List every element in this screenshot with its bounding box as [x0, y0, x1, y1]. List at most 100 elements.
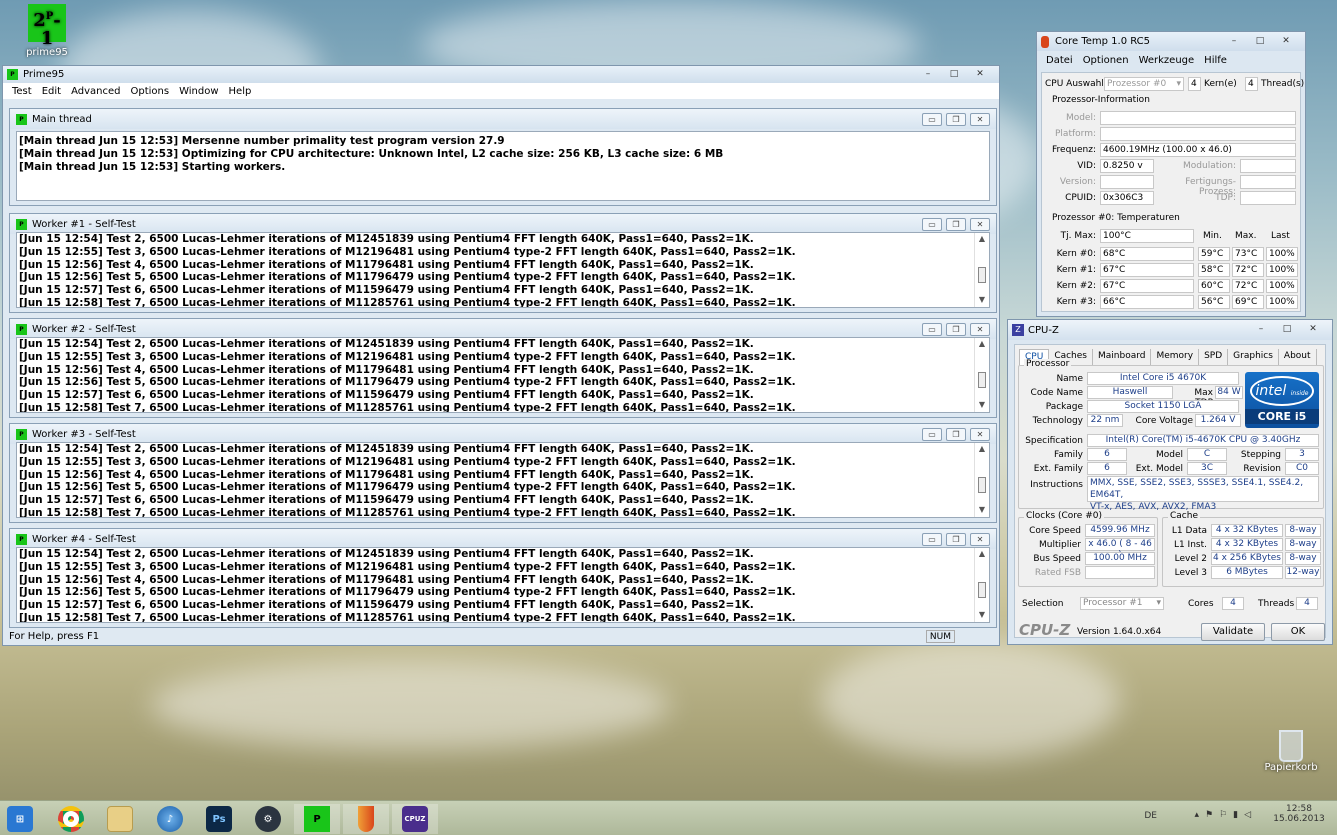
worker-window[interactable]: P Worker #3 - Self-Test ▭ ❐ ✕ [Jun 15 12:54] … [9, 423, 997, 523]
restore-button[interactable]: ❐ [946, 322, 966, 336]
scroll-thumb[interactable] [978, 477, 986, 493]
start-button[interactable]: ⊞ [0, 804, 40, 834]
close-button[interactable]: ✕ [970, 112, 990, 126]
mdi-title-bar[interactable]: P Main thread ▭ ❐ ✕ [10, 109, 996, 129]
ok-button[interactable]: OK [1271, 623, 1325, 641]
minimize-button[interactable]: ▭ [922, 427, 942, 441]
close-button[interactable]: ✕ [970, 217, 990, 231]
menu-advanced[interactable]: Advanced [66, 86, 125, 97]
menu-help[interactable]: Help [224, 86, 257, 97]
clock[interactable]: 12:58 15.06.2013 [1271, 804, 1327, 824]
minimize-button[interactable]: ▭ [922, 112, 942, 126]
menu-datei[interactable]: Datei [1041, 55, 1078, 66]
worker-window[interactable]: P Worker #2 - Self-Test ▭ ❐ ✕ [Jun 15 12:54] … [9, 318, 997, 418]
worker-window[interactable]: P Worker #1 - Self-Test ▭ ❐ ✕ [Jun 15 12:54] … [9, 213, 997, 313]
desktop-icon-prime95[interactable]: 2P-1 prime95 [22, 4, 72, 58]
maximize-button[interactable]: □ [1249, 36, 1271, 48]
menu-edit[interactable]: Edit [37, 86, 66, 97]
close-button[interactable]: ✕ [1302, 324, 1324, 336]
main-thread-window[interactable]: P Main thread ▭ ❐ ✕ [Main thread Jun 15 … [9, 108, 997, 206]
close-button[interactable]: ✕ [970, 532, 990, 546]
maximize-button[interactable]: □ [943, 69, 965, 81]
restore-button[interactable]: ❐ [946, 427, 966, 441]
scroll-thumb[interactable] [978, 582, 986, 598]
menu-hilfe[interactable]: Hilfe [1199, 55, 1232, 66]
minimize-button[interactable]: ▭ [922, 532, 942, 546]
menu-test[interactable]: Test [7, 86, 37, 97]
maximize-button[interactable]: □ [1276, 324, 1298, 336]
tjmax-label: Tj. Max: [1060, 231, 1096, 241]
close-button[interactable]: ✕ [969, 69, 991, 81]
scroll-thumb[interactable] [978, 267, 986, 283]
taskbar-prime95[interactable]: P [294, 804, 340, 834]
tab-about[interactable]: About [1279, 349, 1317, 365]
cpu-select-value: Prozessor #0 [1107, 79, 1167, 89]
language-indicator[interactable]: DE [1144, 811, 1157, 821]
core-min: 56°C [1198, 295, 1230, 309]
instructions-label: Instructions [1030, 480, 1083, 490]
logo-word: intel [1255, 383, 1287, 399]
cpu-select-dropdown[interactable]: Prozessor #0 ▾ [1104, 77, 1184, 91]
minimize-button[interactable]: ▭ [922, 322, 942, 336]
taskbar-coretemp[interactable] [343, 804, 389, 834]
log-output[interactable]: [Jun 15 12:54] Test 2, 6500 Lucas-Lehmer… [16, 547, 990, 623]
restore-button[interactable]: ❐ [946, 217, 966, 231]
selection-dropdown[interactable]: Processor #1 ▾ [1080, 597, 1164, 610]
tab-graphics[interactable]: Graphics [1228, 349, 1279, 365]
menu-options[interactable]: Options [125, 86, 174, 97]
log-output[interactable]: [Main thread Jun 15 12:53] Mersenne numb… [16, 131, 990, 201]
taskbar-steam[interactable]: ⚙ [245, 804, 291, 834]
desktop-icon-recycle-bin[interactable]: Papierkorb [1262, 730, 1320, 773]
tab-memory[interactable]: Memory [1151, 349, 1200, 365]
frequency-field: 4600.19MHz (100.00 x 46.0) [1100, 143, 1296, 157]
coretemp-panel: CPU Auswahl: Prozessor #0 ▾ 4 Kern(e) 4 T… [1041, 72, 1304, 312]
menu-window[interactable]: Window [174, 86, 223, 97]
close-button[interactable]: ✕ [970, 322, 990, 336]
minimize-button[interactable]: ▭ [922, 217, 942, 231]
minimize-button[interactable]: – [917, 69, 939, 81]
mdi-title-bar[interactable]: P Worker #2 - Self-Test ▭ ❐ ✕ [10, 319, 996, 339]
mdi-title-bar[interactable]: P Worker #1 - Self-Test ▭ ❐ ✕ [10, 214, 996, 234]
restore-button[interactable]: ❐ [946, 112, 966, 126]
family-value: 6 [1087, 448, 1127, 461]
title-bar[interactable]: Z CPU-Z – □ ✕ [1008, 320, 1332, 340]
mdi-title-bar[interactable]: P Worker #3 - Self-Test ▭ ❐ ✕ [10, 424, 996, 444]
minimize-button[interactable]: – [1250, 324, 1272, 336]
log-line: [Main thread Jun 15 12:53] Optimizing fo… [19, 147, 724, 160]
taskbar-itunes[interactable]: ♪ [147, 804, 193, 834]
photoshop-icon: Ps [206, 806, 232, 832]
close-button[interactable]: ✕ [1275, 36, 1297, 48]
log-output[interactable]: [Jun 15 12:54] Test 2, 6500 Lucas-Lehmer… [16, 442, 990, 518]
worker-window[interactable]: P Worker #4 - Self-Test ▭ ❐ ✕ [Jun 15 12:54] … [9, 528, 997, 628]
minimize-button[interactable]: – [1223, 36, 1245, 48]
validate-button[interactable]: Validate [1201, 623, 1265, 641]
title-bar[interactable]: Core Temp 1.0 RC5 – □ ✕ [1037, 32, 1305, 51]
menu-optionen[interactable]: Optionen [1078, 55, 1134, 66]
tab-mainboard[interactable]: Mainboard [1093, 349, 1152, 365]
taskbar-explorer[interactable] [97, 804, 143, 834]
scrollbar[interactable]: ▲ ▼ [974, 338, 989, 412]
model-label: Model [1155, 450, 1183, 460]
scroll-down-icon: ▼ [978, 610, 986, 620]
taskbar-photoshop[interactable]: Ps [196, 804, 242, 834]
scrollbar[interactable]: ▲ ▼ [974, 548, 989, 622]
clock-time: 12:58 [1286, 804, 1312, 814]
model-label: Model: [1065, 113, 1096, 123]
scrollbar[interactable]: ▲ ▼ [974, 233, 989, 307]
taskbar-cpuz[interactable]: CPUZ [392, 804, 438, 834]
scrollbar[interactable]: ▲ ▼ [974, 443, 989, 517]
title-bar[interactable]: P Prime95 – □ ✕ [3, 66, 999, 83]
cache-group: Cache L1 Data 4 x 32 KBytes 8-way L1 Inst. 4… [1162, 511, 1324, 587]
log-output[interactable]: [Jun 15 12:54] Test 2, 6500 Lucas-Lehmer… [16, 337, 990, 413]
tray-icons[interactable]: ▴⚑⚐▮◁ [1194, 810, 1257, 820]
tab-spd[interactable]: SPD [1199, 349, 1229, 365]
cpuz-panel: CPU Caches Mainboard Memory SPD Graphics… [1014, 344, 1326, 641]
close-button[interactable]: ✕ [970, 427, 990, 441]
taskbar-chrome[interactable] [48, 804, 94, 834]
log-output[interactable]: [Jun 15 12:54] Test 2, 6500 Lucas-Lehmer… [16, 232, 990, 308]
mdi-title-bar[interactable]: P Worker #4 - Self-Test ▭ ❐ ✕ [10, 529, 996, 549]
restore-button[interactable]: ❐ [946, 532, 966, 546]
scroll-thumb[interactable] [978, 372, 986, 388]
explorer-icon [107, 806, 133, 832]
menu-werkzeuge[interactable]: Werkzeuge [1134, 55, 1200, 66]
